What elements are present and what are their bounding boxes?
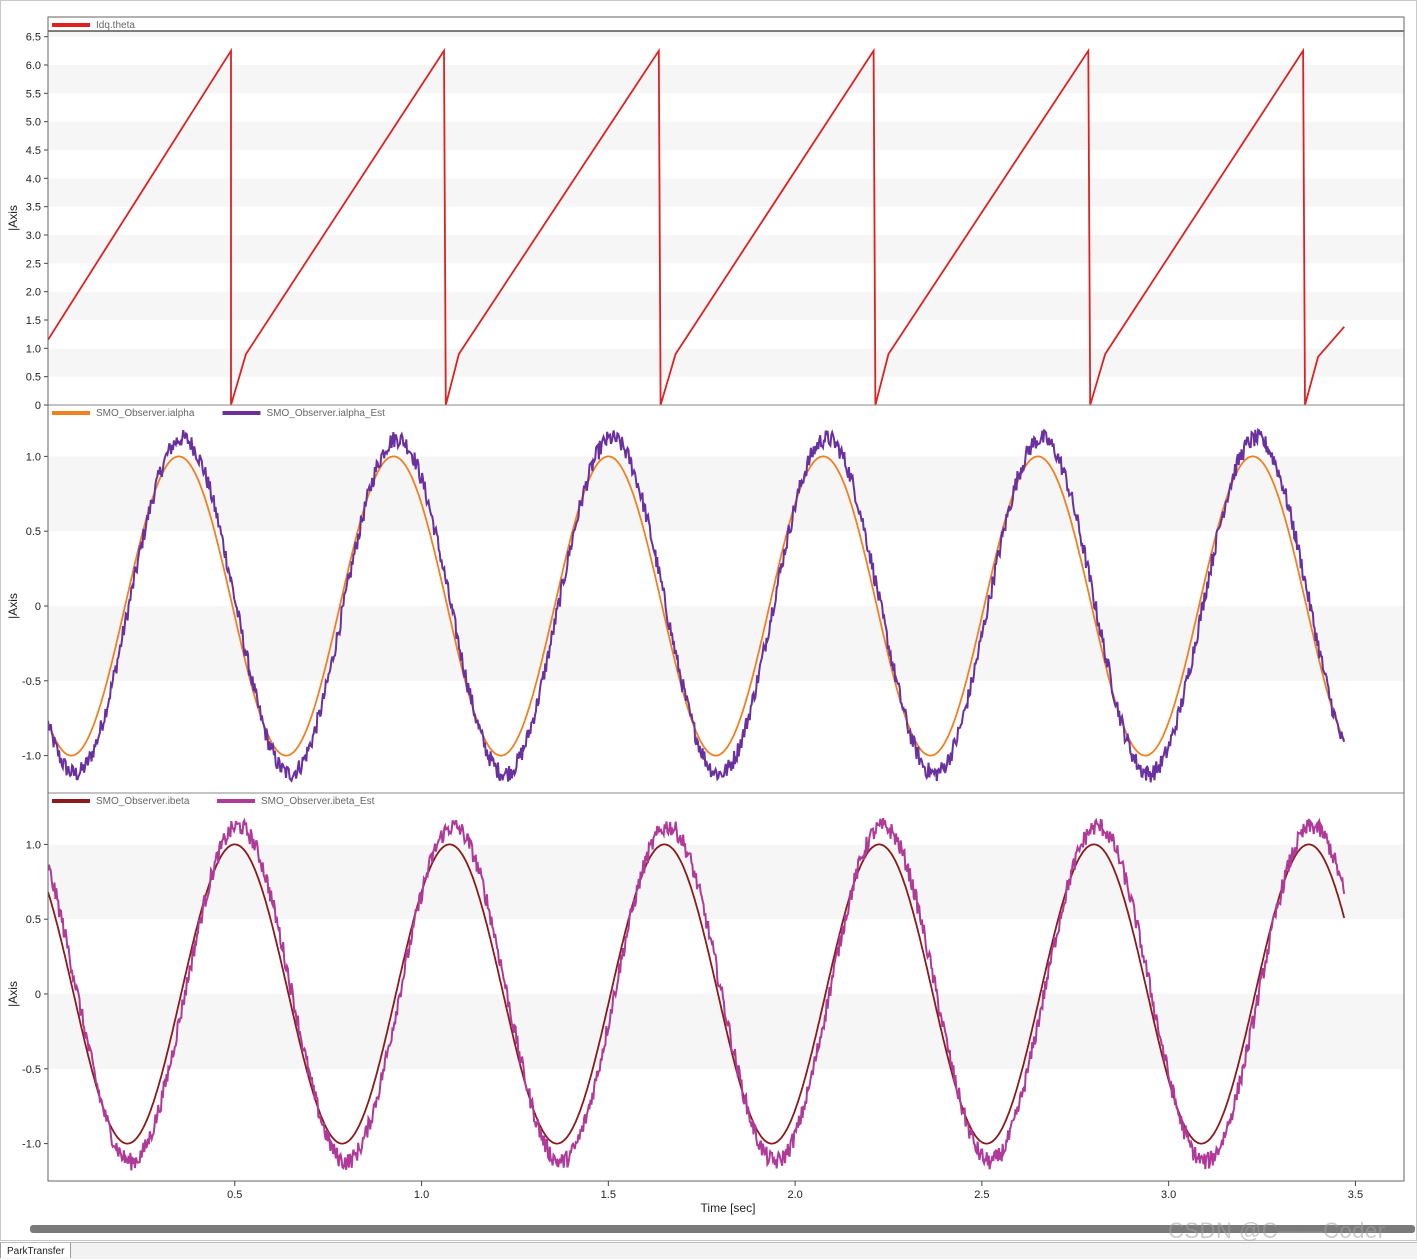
y-tick-label: 5.0 [26, 117, 41, 129]
grid-band [48, 36, 1404, 65]
x-tick-label: 2.0 [787, 1189, 802, 1201]
y-tick-label: 0.5 [26, 372, 41, 384]
y-tick-label: 4.5 [26, 145, 41, 157]
y-tick-label: 6.5 [26, 32, 41, 44]
y-tick-label: 0 [35, 601, 41, 613]
y-tick-label: 1.0 [26, 839, 41, 851]
grid-band [48, 206, 1404, 235]
panel-1: Idq.theta 0 0.5 1.0 1.5 2.0 2.5 3.0 3.5 4.0 4.5 5.0… [6, 17, 1404, 412]
grid-band [48, 680, 1404, 756]
y-tick-label: -0.5 [22, 676, 41, 688]
y-tick-label: -1.0 [22, 751, 41, 763]
legend-strip [48, 17, 1404, 31]
grid-band [48, 531, 1404, 606]
grid-band [48, 31, 1404, 37]
y-tick-label: 4.0 [26, 173, 41, 185]
y-axis-title: |Axis [6, 981, 20, 1007]
grid-band [48, 376, 1404, 405]
grid-band [48, 348, 1404, 377]
legend-entry: Idq.theta [96, 20, 135, 31]
grid-band [48, 291, 1404, 320]
y-tick-label: 5.5 [26, 88, 41, 100]
x-tick-label: 1.0 [414, 1189, 429, 1201]
y-axis-title: |Axis [6, 593, 20, 619]
y-tick-label: 3.0 [26, 230, 41, 242]
panel-3: SMO_Observer.ibeta SMO_Observer.ibeta_Est… [6, 792, 1404, 1181]
grid-band [48, 178, 1404, 207]
panel-2: SMO_Observer.ialpha SMO_Observer.ialpha_E… [6, 404, 1404, 793]
grid-band [48, 456, 1404, 532]
y-tick-label: 0 [35, 989, 41, 1001]
grid-band [48, 1068, 1404, 1144]
y-tick-label: 0 [35, 400, 41, 412]
grid-band [48, 320, 1404, 349]
y-tick-label: 3.5 [26, 202, 41, 214]
tab-bar [0, 1242, 1417, 1259]
legend-entry: SMO_Observer.ialpha [96, 408, 195, 419]
x-tick-label: 3.0 [1161, 1189, 1176, 1201]
y-tick-label: 1.0 [26, 343, 41, 355]
grid-band [48, 93, 1404, 122]
y-tick-label: 0.5 [26, 914, 41, 926]
grid-band [48, 419, 1404, 457]
x-axis-title: Time [sec] [701, 1201, 756, 1215]
grid-band [48, 844, 1404, 920]
x-tick-label: 2.5 [974, 1189, 989, 1201]
y-tick-label: 2.5 [26, 258, 41, 270]
plot-area: Idq.theta 0 0.5 1.0 1.5 2.0 2.5 3.0 3.5 4.0 4.5 5.0… [0, 0, 1417, 1241]
watermark: CSDN @C——Coder [1168, 1218, 1386, 1243]
grid-band [48, 919, 1404, 994]
grid-band [48, 121, 1404, 150]
grid-band [48, 235, 1404, 264]
tab-park-transfer[interactable]: ParkTransfer [0, 1243, 72, 1258]
x-tick-label: 0.5 [227, 1189, 242, 1201]
legend-entry: SMO_Observer.ibeta [96, 796, 190, 807]
y-tick-label: 1.0 [26, 451, 41, 463]
grid-band [48, 65, 1404, 94]
legend-entry: SMO_Observer.ialpha_Est [267, 408, 386, 419]
x-tick-label: 1.5 [601, 1189, 616, 1201]
y-tick-label: -1.0 [22, 1139, 41, 1151]
grid-band [48, 150, 1404, 179]
y-tick-label: 2.0 [26, 287, 41, 299]
y-tick-label: 0.5 [26, 526, 41, 538]
legend-entry: SMO_Observer.ibeta_Est [261, 796, 375, 807]
y-axis-title: |Axis [6, 205, 20, 231]
y-tick-label: 6.0 [26, 60, 41, 72]
x-tick-label: 3.5 [1348, 1189, 1363, 1201]
y-tick-label: -0.5 [22, 1064, 41, 1076]
y-tick-label: 1.5 [26, 315, 41, 327]
